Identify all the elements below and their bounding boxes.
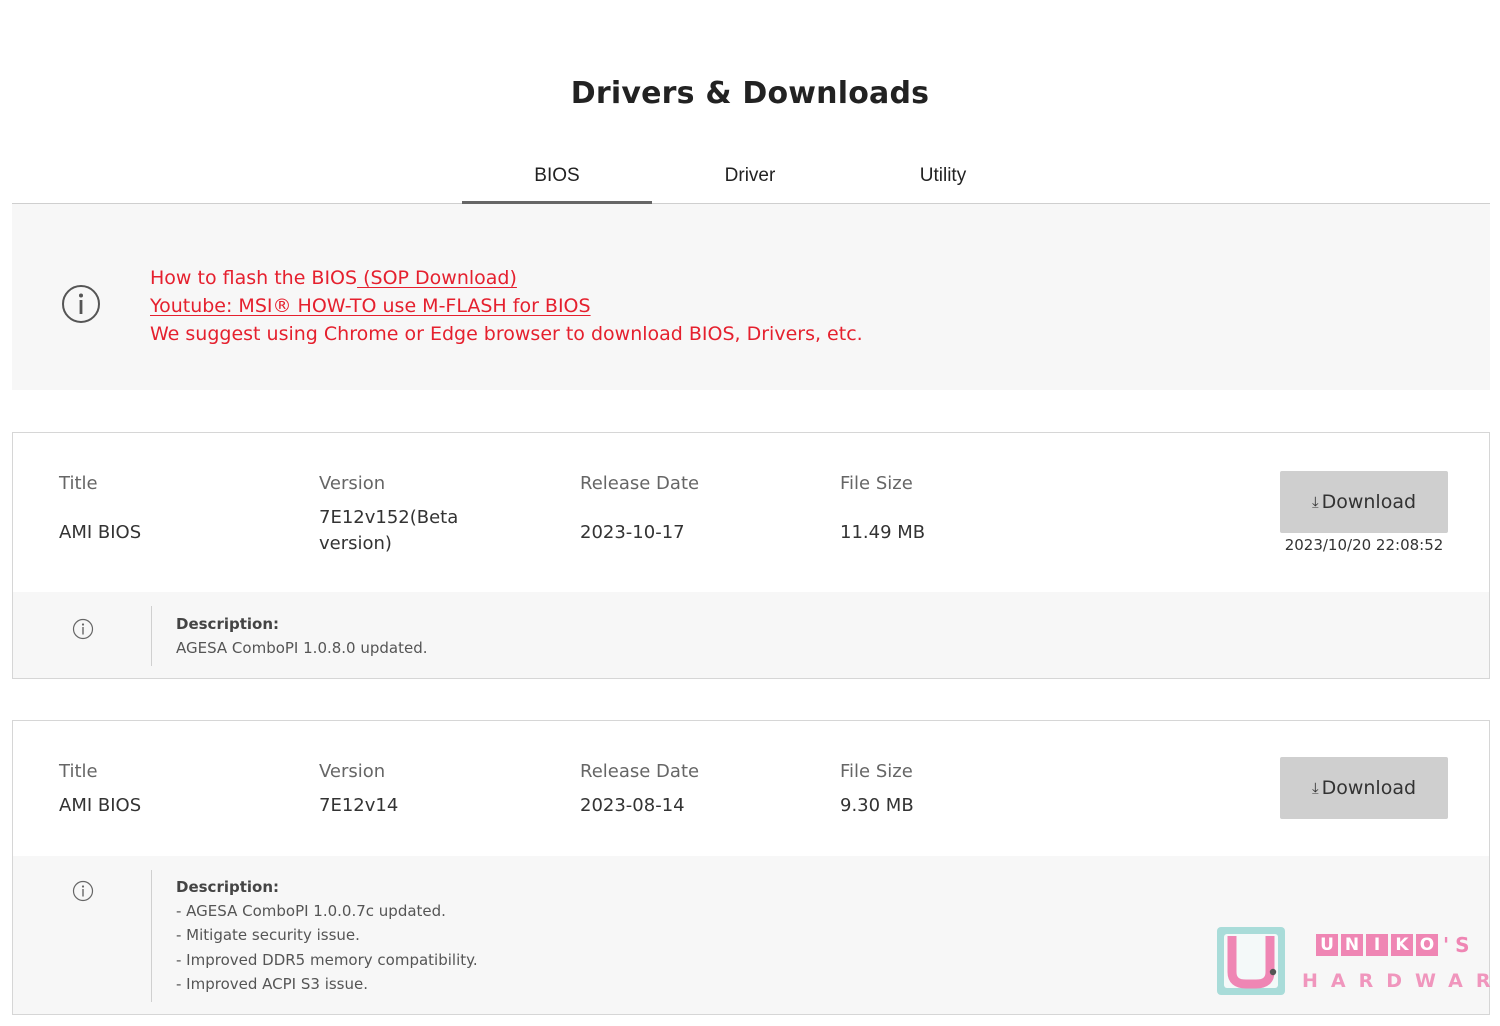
watermark-logo-icon [1217, 927, 1285, 995]
file-size-label: File Size [840, 761, 913, 782]
title-column: Title AMI BIOS [59, 473, 141, 546]
sop-download-link[interactable]: (SOP Download) [357, 267, 517, 289]
page-title: Drivers & Downloads [570, 76, 930, 111]
file-size-column: File Size 11.49 MB [840, 473, 925, 546]
watermark-subtitle: HARDWARE [1302, 970, 1500, 992]
description-heading: Description: [176, 615, 280, 633]
watermark-letter: K [1391, 934, 1413, 956]
info-circle-icon [72, 880, 94, 902]
version-value: 7E12v14 [319, 795, 399, 816]
download-arrow-icon: ⤓ [1311, 779, 1319, 797]
description-divider [151, 606, 152, 666]
tab-utility[interactable]: Utility [848, 150, 1038, 204]
tab-bios[interactable]: BIOS [462, 150, 652, 204]
download-button-label: Download [1321, 777, 1417, 799]
description-divider [151, 870, 152, 1002]
description-line: - AGESA ComboPI 1.0.0.7c updated. [176, 902, 446, 920]
unikos-hardware-watermark: U N I K O 'S HARDWARE [1216, 924, 1500, 998]
download-button[interactable]: ⤓ Download [1280, 757, 1448, 819]
title-column: Title AMI BIOS [59, 761, 141, 819]
file-size-label: File Size [840, 473, 913, 494]
download-button-label: Download [1321, 491, 1417, 513]
title-label: Title [59, 761, 98, 782]
title-value: AMI BIOS [59, 795, 142, 816]
version-value: 7E12v152(Beta version) [319, 507, 459, 554]
download-item: Title AMI BIOS Version 7E12v152(Beta vers… [12, 432, 1490, 679]
title-value: AMI BIOS [59, 522, 142, 543]
download-button[interactable]: ⤓ Download [1280, 471, 1448, 533]
version-label: Version [319, 473, 386, 494]
info-circle-icon [62, 285, 100, 323]
file-size-value: 9.30 MB [840, 795, 914, 816]
bios-notice-panel: How to flash the BIOS (SOP Download) You… [12, 204, 1490, 390]
tab-bar: BIOS Driver Utility [12, 150, 1490, 204]
info-circle-icon [72, 618, 94, 640]
release-date-column: Release Date 2023-08-14 [580, 761, 699, 819]
watermark-letter: I [1366, 934, 1388, 956]
tab-driver[interactable]: Driver [655, 150, 845, 204]
watermark-letter: O [1416, 934, 1438, 956]
watermark-letter: N [1341, 934, 1363, 956]
watermark-letter: U [1316, 934, 1338, 956]
release-date-value: 2023-08-14 [580, 795, 685, 816]
notice-line-flash-bios: How to flash the BIOS (SOP Download) [150, 267, 517, 289]
title-label: Title [59, 473, 98, 494]
release-date-column: Release Date 2023-10-17 [580, 473, 699, 546]
youtube-mflash-link[interactable]: Youtube: MSI® HOW-TO use M-FLASH for BIO… [150, 292, 863, 320]
release-date-label: Release Date [580, 761, 700, 782]
browser-suggestion-text: We suggest using Chrome or Edge browser … [150, 323, 863, 345]
version-label: Version [319, 761, 386, 782]
file-size-column: File Size 9.30 MB [840, 761, 914, 819]
description-line: AGESA ComboPI 1.0.8.0 updated. [176, 639, 428, 657]
watermark-suffix: 'S [1443, 933, 1476, 957]
version-column: Version 7E12v152(Beta version) [319, 473, 458, 557]
description-line: - Mitigate security issue. [176, 926, 360, 945]
watermark-brand: U N I K O 'S [1316, 934, 1476, 956]
file-size-value: 11.49 MB [840, 522, 926, 543]
release-date-label: Release Date [580, 473, 700, 494]
description-heading: Description: [176, 878, 280, 896]
description-line: - Improved ACPI S3 issue. [176, 975, 368, 994]
download-arrow-icon: ⤓ [1311, 493, 1319, 511]
version-column: Version 7E12v14 [319, 761, 398, 819]
upload-timestamp: 2023/10/20 22:08:52 [1284, 536, 1444, 554]
release-date-value: 2023-10-17 [580, 522, 685, 543]
description-line: - Improved DDR5 memory compatibility. [176, 950, 478, 969]
description-panel: Description: AGESA ComboPI 1.0.8.0 updat… [13, 592, 1489, 678]
